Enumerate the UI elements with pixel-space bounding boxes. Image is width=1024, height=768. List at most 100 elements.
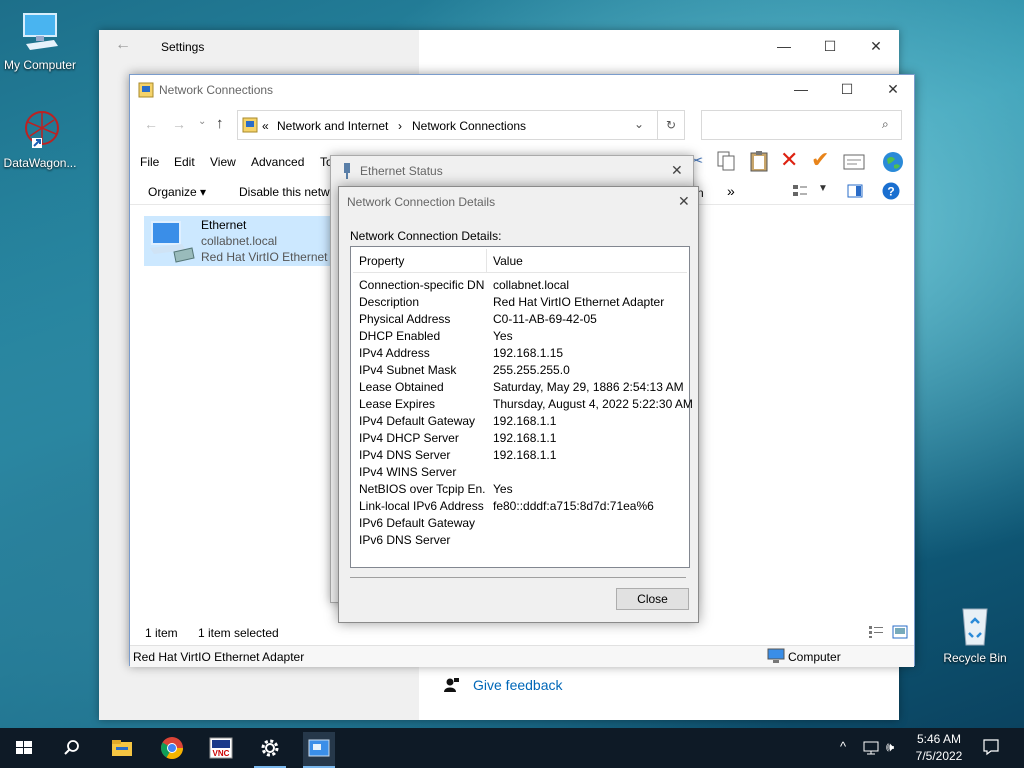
desktop-icon-recycle-bin[interactable]: Recycle Bin [935, 603, 1015, 665]
computer-icon [18, 10, 62, 54]
dialog-title: Network Connection Details [347, 195, 496, 209]
view-dropdown-icon[interactable]: ▼ [818, 183, 828, 194]
up-arrow-icon[interactable]: ↑ [216, 115, 224, 132]
recent-chevron-icon[interactable]: ⌄ [198, 116, 206, 127]
location-label: Computer [788, 650, 841, 664]
desktop-icon-label: Recycle Bin [943, 651, 1007, 665]
settings-gear-icon[interactable] [254, 732, 286, 768]
computer-icon [767, 648, 785, 667]
menu-file[interactable]: File [140, 155, 159, 169]
table-row[interactable]: IPv4 Default Gateway 192.168.1.1 [359, 413, 685, 430]
paste-icon[interactable] [749, 150, 769, 175]
desktop-icon-datawagon[interactable]: DataWagon... [0, 108, 80, 170]
table-row[interactable]: IPv4 WINS Server [359, 464, 685, 481]
menu-view[interactable]: View [210, 155, 236, 169]
more-commands-button[interactable]: » [727, 183, 735, 199]
table-row[interactable]: Lease Expires Thursday, August 4, 2022 5:… [359, 396, 693, 413]
address-dropdown-icon[interactable]: ⌄ [634, 117, 644, 131]
selected-count: 1 item selected [198, 626, 279, 640]
clock-date[interactable]: 7/5/2022 [912, 749, 966, 763]
table-row[interactable]: Description Red Hat VirtIO Ethernet Adapt… [359, 294, 685, 311]
close-button[interactable]: ✕ [870, 73, 916, 105]
back-arrow-icon[interactable]: ← [144, 116, 158, 132]
start-windows-icon[interactable] [8, 732, 40, 764]
give-feedback-link[interactable]: Give feedback [443, 677, 563, 693]
menu-advanced[interactable]: Advanced [251, 155, 304, 169]
close-button[interactable]: Close [616, 588, 689, 610]
dialog-title: Ethernet Status [360, 164, 443, 178]
value-cell: 255.255.255.0 [493, 363, 570, 377]
maximize-button[interactable]: ☐ [824, 73, 870, 105]
property-cell: DHCP Enabled [359, 329, 441, 343]
close-icon[interactable]: ✕ [678, 193, 690, 210]
svg-text:VNC: VNC [213, 749, 230, 758]
back-arrow-icon[interactable]: ← [115, 36, 131, 54]
adapter-description: Red Hat VirtIO Ethernet Adapter [133, 650, 305, 664]
details-list[interactable]: Property Value Connection-specific DN...… [350, 246, 693, 568]
checkmark-icon[interactable]: ✔ [811, 147, 829, 173]
value-cell: C0-11-AB-69-42-05 [493, 312, 597, 326]
file-explorer-icon[interactable] [106, 732, 138, 764]
globe-icon[interactable] [882, 151, 904, 176]
connection-details-dialog: Network Connection Details ✕ Network Con… [338, 186, 699, 623]
table-row[interactable]: IPv4 DHCP Server 192.168.1.1 [359, 430, 685, 447]
maximize-button[interactable]: ☐ [807, 30, 853, 62]
close-icon[interactable]: ✕ [671, 162, 683, 179]
close-button[interactable]: ✕ [853, 30, 899, 62]
clock-time[interactable]: 5:46 AM [912, 732, 966, 746]
minimize-button[interactable]: — [761, 30, 807, 62]
status-bar: 1 item 1 item selected [130, 621, 914, 643]
connection-adapter: Red Hat VirtIO Ethernet A [201, 250, 339, 264]
breadcrumb-overflow[interactable]: « [262, 119, 269, 133]
disable-network-button[interactable]: Disable this netwo [239, 185, 336, 199]
table-row[interactable]: Lease Obtained Saturday, May 29, 1886 2:5… [359, 379, 685, 396]
breadcrumb-network-connections[interactable]: Network Connections [412, 119, 526, 133]
column-property[interactable]: Property [359, 254, 404, 268]
preview-pane-icon[interactable] [847, 183, 863, 202]
copy-icon[interactable] [717, 151, 735, 174]
table-row[interactable]: IPv4 Address 192.168.1.15 [359, 345, 685, 362]
table-row[interactable]: IPv6 Default Gateway [359, 515, 685, 532]
volume-icon[interactable]: 🕪 [886, 739, 894, 755]
feedback-icon [443, 677, 459, 693]
breadcrumb-network-and-internet[interactable]: Network and Internet [277, 119, 388, 133]
search-icon[interactable] [56, 732, 88, 764]
forward-arrow-icon[interactable]: → [172, 116, 186, 132]
divider [350, 577, 686, 578]
value-cell: Thursday, August 4, 2022 5:22:30 AM [493, 397, 693, 411]
vnc-viewer-icon[interactable]: VNC [205, 732, 237, 764]
large-icons-view-icon[interactable] [892, 625, 908, 642]
table-row[interactable]: IPv6 DNS Server [359, 532, 685, 549]
show-hidden-icons-chevron-icon[interactable]: ^ [840, 739, 846, 754]
address-bar[interactable]: « Network and Internet › Network Connect… [237, 110, 658, 140]
table-row[interactable]: DHCP Enabled Yes [359, 328, 685, 345]
column-value[interactable]: Value [493, 254, 523, 268]
table-row[interactable]: Physical Address C0-11-AB-69-42-05 [359, 311, 685, 328]
datawagon-icon [18, 108, 62, 152]
organize-button[interactable]: Organize ▾ [148, 185, 206, 199]
desktop-icon-my-computer[interactable]: My Computer [0, 10, 80, 72]
network-tray-icon[interactable] [862, 740, 880, 759]
list-item-ethernet[interactable]: Ethernet collabnet.local Red Hat VirtIO … [144, 216, 344, 266]
details-view-icon[interactable] [868, 625, 884, 642]
table-row[interactable]: Link-local IPv6 Address fe80::dddf:a715:8… [359, 498, 685, 515]
notifications-icon[interactable] [982, 738, 1000, 759]
change-view-icon[interactable] [792, 183, 808, 202]
table-row[interactable]: NetBIOS over Tcpip En... Yes [359, 481, 685, 498]
table-row[interactable]: IPv4 Subnet Mask 255.255.255.0 [359, 362, 685, 379]
property-cell: Connection-specific DN... [359, 278, 485, 292]
properties-icon[interactable] [843, 154, 865, 173]
value-cell: collabnet.local [493, 278, 570, 292]
chrome-icon[interactable] [156, 732, 188, 764]
delete-icon[interactable]: ✕ [780, 147, 798, 173]
property-cell: IPv6 DNS Server [359, 533, 451, 547]
search-input[interactable]: ⌕ [701, 110, 902, 140]
refresh-button[interactable]: ↻ [657, 110, 685, 140]
table-row[interactable]: Connection-specific DN... collabnet.local [359, 277, 685, 294]
help-icon[interactable]: ? [882, 182, 900, 203]
table-row[interactable]: IPv4 DNS Server 192.168.1.1 [359, 447, 685, 464]
network-connections-taskbar-icon[interactable] [303, 732, 335, 768]
property-cell: Lease Obtained [359, 380, 444, 394]
menu-edit[interactable]: Edit [174, 155, 195, 169]
minimize-button[interactable]: — [778, 73, 824, 105]
